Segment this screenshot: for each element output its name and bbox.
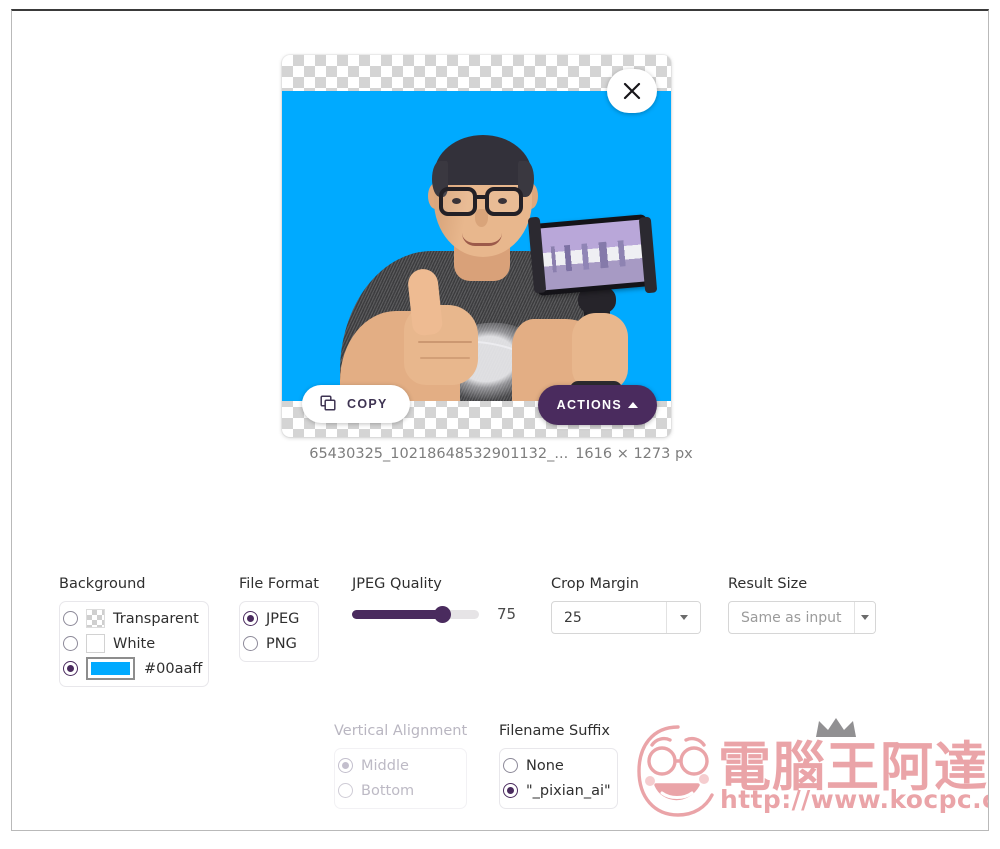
radio-label: "_pixian_ai" <box>526 782 611 799</box>
photo-glasses-bridge <box>476 195 486 199</box>
radio-background-transparent[interactable]: Transparent <box>63 606 202 631</box>
watermark-crown-icon <box>816 718 856 737</box>
radio-icon <box>243 636 258 651</box>
crop-margin-dropdown[interactable]: 25 <box>551 601 701 634</box>
processed-image <box>282 91 671 401</box>
photo-glasses-left <box>439 187 477 216</box>
radio-label: JPEG <box>266 610 300 627</box>
image-preview-card[interactable]: COPY ACTIONS <box>282 55 671 437</box>
radio-label: White <box>113 635 156 652</box>
result-size-dropdown-arrow[interactable] <box>853 602 875 633</box>
filename-suffix-title: Filename Suffix <box>499 723 610 739</box>
copy-icon <box>320 394 336 414</box>
file-format-option-group: File Format JPEG PNG <box>239 576 319 662</box>
transparent-swatch-icon <box>86 609 105 628</box>
file-name: 65430325_10218648532901132_... <box>309 446 569 462</box>
result-size-dropdown[interactable]: Same as input <box>728 601 876 634</box>
radio-suffix-none[interactable]: None <box>503 753 611 778</box>
file-format-group-title: File Format <box>239 576 319 592</box>
radio-label: Middle <box>361 757 409 774</box>
photo-glasses-right <box>485 187 523 216</box>
radio-format-png[interactable]: PNG <box>243 631 312 656</box>
vertical-alignment-title: Vertical Alignment <box>334 723 468 739</box>
photo-fist-line <box>418 341 472 343</box>
close-button[interactable] <box>607 69 657 113</box>
slider-thumb[interactable] <box>434 605 452 623</box>
radio-icon <box>503 783 518 798</box>
close-icon <box>622 81 642 101</box>
radio-label: #00aaff <box>144 660 203 677</box>
jpeg-quality-slider-row: 75 <box>352 601 516 627</box>
filename-suffix-option-group: Filename Suffix None "_pixian_ai" <box>499 723 618 809</box>
copy-button-label: COPY <box>347 397 388 411</box>
radio-format-jpeg[interactable]: JPEG <box>243 606 312 631</box>
color-swatch-icon[interactable] <box>86 657 135 680</box>
radio-icon <box>63 661 78 676</box>
watermark-title: 電腦王阿達 <box>718 737 988 798</box>
radio-label: None <box>526 757 564 774</box>
crop-margin-title: Crop Margin <box>551 576 639 592</box>
photo-nose <box>475 209 488 227</box>
radio-icon <box>63 636 78 651</box>
result-size-option-group: Result Size Same as input <box>728 576 876 634</box>
radio-icon <box>338 758 353 773</box>
white-swatch-icon <box>86 634 105 653</box>
app-window: COPY ACTIONS 65430325_10218648532901132_… <box>11 9 989 831</box>
crop-margin-option-group: Crop Margin 25 <box>551 576 701 634</box>
file-caption: 65430325_10218648532901132_... 1616 × 127… <box>12 446 988 462</box>
file-format-radio-fieldset: JPEG PNG <box>239 601 319 662</box>
radio-icon <box>63 611 78 626</box>
photo-right-hand <box>572 313 628 391</box>
watermark-url: http://www.kocpc.com.tw <box>720 785 988 814</box>
radio-icon <box>338 783 353 798</box>
crop-margin-value[interactable]: 25 <box>552 602 666 633</box>
radio-label: Transparent <box>113 610 199 627</box>
radio-label: PNG <box>266 635 297 652</box>
result-size-value[interactable]: Same as input <box>729 602 854 633</box>
photo-fist-line <box>420 357 470 359</box>
chevron-down-icon <box>860 615 869 620</box>
radio-background-white[interactable]: White <box>63 631 202 656</box>
radio-align-middle: Middle <box>338 753 460 778</box>
chevron-down-icon <box>679 615 688 620</box>
jpeg-quality-value: 75 <box>497 605 517 623</box>
background-radio-fieldset: Transparent White #00aaff <box>59 601 210 687</box>
copy-button[interactable]: COPY <box>302 385 410 423</box>
background-group-title: Background <box>59 576 146 592</box>
radio-icon <box>503 758 518 773</box>
slider-fill <box>352 609 443 619</box>
jpeg-quality-title: JPEG Quality <box>352 576 442 592</box>
result-size-title: Result Size <box>728 576 808 592</box>
radio-label: Bottom <box>361 782 415 799</box>
radio-background-color[interactable]: #00aaff <box>63 656 202 681</box>
site-watermark: 電腦王阿達 http://www.kocpc.com.tw <box>632 717 988 829</box>
jpeg-quality-slider[interactable] <box>352 605 479 623</box>
actions-button-label: ACTIONS <box>556 398 622 412</box>
chevron-up-icon <box>628 402 638 408</box>
radio-suffix-pixian[interactable]: "_pixian_ai" <box>503 778 611 803</box>
watermark-mascot-icon <box>637 725 714 817</box>
vertical-alignment-option-group: Vertical Alignment Middle Bottom <box>334 723 468 809</box>
jpeg-quality-option-group: JPEG Quality 75 <box>352 576 516 627</box>
radio-align-bottom: Bottom <box>338 778 460 803</box>
filename-suffix-radio-fieldset: None "_pixian_ai" <box>499 748 618 809</box>
file-dimensions: 1616 × 1273 px <box>575 446 693 462</box>
actions-button[interactable]: ACTIONS <box>537 385 657 425</box>
radio-icon <box>243 611 258 626</box>
vertical-alignment-radio-fieldset: Middle Bottom <box>334 748 468 809</box>
background-option-group: Background Transparent White #00aaff <box>59 576 210 687</box>
crop-margin-dropdown-arrow[interactable] <box>666 602 700 633</box>
